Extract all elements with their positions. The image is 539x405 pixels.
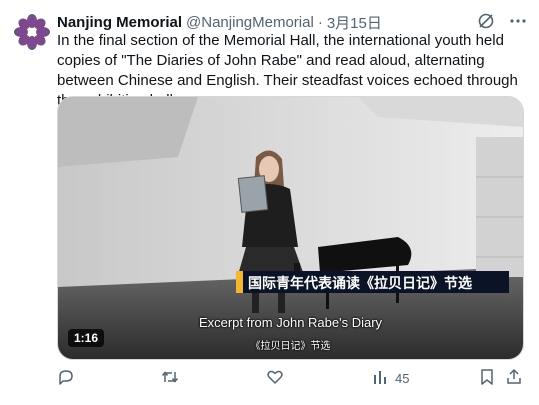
like-button[interactable] <box>266 368 284 389</box>
banner-text: 国际青年代表诵读《拉贝日记》节选 <box>248 276 472 292</box>
video-subtitle-en: Excerpt from John Rabe's Diary <box>198 315 383 330</box>
share-button[interactable] <box>505 368 523 389</box>
views-icon <box>371 368 389 389</box>
reply-button[interactable] <box>57 368 75 389</box>
banner-accent-bar <box>236 271 243 293</box>
video-duration: 1:16 <box>68 329 105 347</box>
tweet-date[interactable]: 3月15日 <box>327 12 382 33</box>
tweet-header: Nanjing Memorial @NanjingMemorial · 3月15… <box>57 12 527 32</box>
video-caption-banner: 国际青年代表诵读《拉贝日记》节选 <box>236 271 509 293</box>
action-bar: 45 <box>57 368 527 390</box>
author-name[interactable]: Nanjing Memorial <box>57 14 182 31</box>
retweet-icon <box>161 368 179 389</box>
views-count: 45 <box>395 371 410 386</box>
separator-dot: · <box>317 13 323 31</box>
retweet-button[interactable] <box>161 368 179 389</box>
share-icon <box>505 368 523 389</box>
video-subtitle-cn: 《拉贝日记》节选 <box>250 341 331 352</box>
video-player[interactable]: 国际青年代表诵读《拉贝日记》节选 Excerpt from John Rabe'… <box>57 96 524 360</box>
like-icon <box>266 368 284 389</box>
bookmark-button[interactable] <box>478 368 496 389</box>
views-button[interactable]: 45 <box>371 368 409 389</box>
bookmark-icon <box>478 368 496 389</box>
author-handle[interactable]: @NanjingMemorial <box>186 14 314 31</box>
memorial-logo-icon <box>14 14 50 50</box>
reply-icon <box>57 368 75 389</box>
avatar[interactable] <box>12 12 52 52</box>
